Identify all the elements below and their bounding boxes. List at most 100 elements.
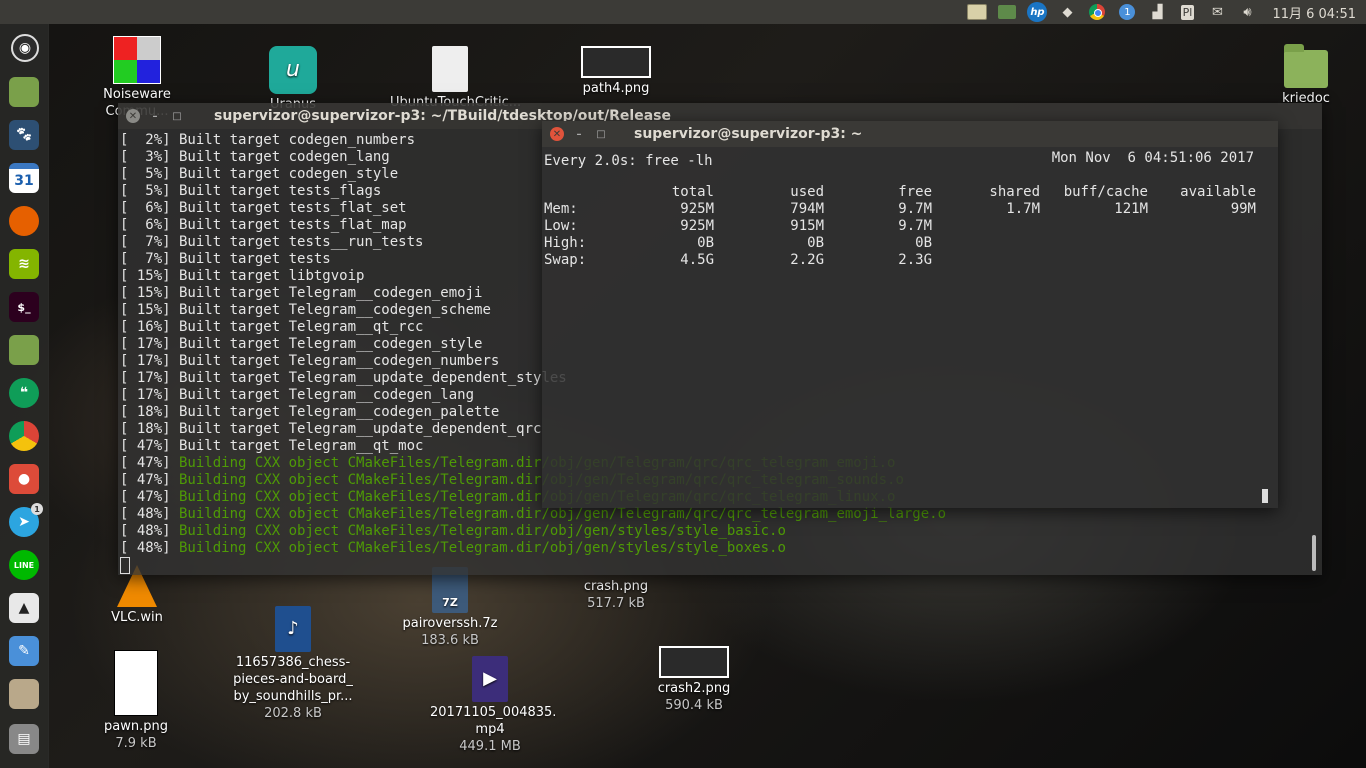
build-progress: [ 16%] — [120, 319, 171, 335]
text-editor-icon[interactable]: ✎ — [9, 636, 39, 666]
build-progress: [ 5%] — [120, 183, 171, 199]
table-row: Swap: 4.5G 2.2G 2.3G — [544, 252, 1256, 269]
scrollbar[interactable] — [1312, 535, 1316, 571]
desktop-icon[interactable]: crash2.png 590.4 kB — [634, 646, 754, 714]
ubuntu-dash-icon[interactable]: ◉ — [11, 34, 39, 62]
desktop-icon[interactable]: ▶ 20171105_004835. mp4 449.1 MB — [430, 656, 557, 755]
build-progress: [ 48%] — [120, 540, 171, 556]
table-cell: 4.5G — [680, 252, 714, 268]
column-header: used — [790, 184, 824, 200]
folder-icon — [1284, 44, 1328, 88]
build-progress: [ 18%] — [120, 421, 171, 437]
clock[interactable]: 11月 6 04:51 — [1272, 3, 1356, 22]
folder-icon[interactable] — [9, 335, 39, 365]
build-progress: [ 6%] — [120, 217, 171, 233]
build-message: Built target tests — [170, 251, 331, 267]
top-panel: hp ◆ 1 ▟ Pl ✉ 🔊︎ 11月 6 04:51 — [0, 0, 1366, 24]
chrome-icon[interactable] — [1087, 3, 1107, 21]
maximize-button[interactable]: □ — [170, 109, 184, 123]
scrollbar[interactable] — [1262, 489, 1268, 503]
table-cell: 0B — [915, 235, 932, 251]
gimp-icon[interactable]: 🐾︎ — [9, 120, 39, 150]
build-message: Built target Telegram__qt_rcc — [170, 319, 424, 335]
build-message: Built target Telegram__codegen_scheme — [170, 302, 491, 318]
memory-table: total used free shared buff/cache available Me… — [544, 184, 1256, 269]
calendar-day: 31 — [14, 173, 34, 189]
build-message: Built target tests__run_tests — [170, 234, 424, 250]
inkscape-icon[interactable]: ▲ — [9, 593, 39, 623]
dropbox-icon[interactable]: ◆ — [1057, 3, 1077, 21]
keyboard-icon[interactable]: Pl — [1177, 3, 1197, 21]
screenshot-icon[interactable] — [967, 3, 988, 21]
build-progress: [ 5%] — [120, 166, 171, 182]
noiseware-icon — [113, 36, 161, 84]
desktop-icon-label: 20171105_004835. mp4 — [430, 705, 557, 737]
column-header: free — [898, 184, 932, 200]
chrome-icon[interactable] — [9, 421, 39, 451]
terminal-line: [ 48%] Building CXX object CMakeFiles/Te… — [120, 523, 946, 540]
build-progress: [ 47%] — [120, 489, 171, 505]
volume-icon[interactable]: 🔊︎ — [1237, 3, 1257, 21]
mail-icon[interactable]: ✉ — [1207, 3, 1227, 21]
build-progress: [ 48%] — [120, 523, 171, 539]
build-message: Built target Telegram__codegen_lang — [170, 387, 475, 403]
close-button[interactable]: ✕ — [550, 127, 564, 141]
notification-count: 1 — [1119, 4, 1136, 20]
desktop-icon-size: 449.1 MB — [459, 739, 521, 754]
line-icon[interactable]: LINE — [9, 550, 39, 580]
desktop-icon[interactable]: kriedoc — [1246, 44, 1366, 107]
minimize-button[interactable]: – — [148, 109, 162, 123]
notification-icon[interactable]: 1 — [1117, 3, 1137, 21]
build-progress: [ 17%] — [120, 370, 171, 386]
build-progress: [ 2%] — [120, 132, 171, 148]
telegram-icon[interactable]: ➤ 1 — [9, 503, 43, 537]
spotify-icon[interactable]: ≋ — [9, 249, 39, 279]
build-progress: [ 15%] — [120, 302, 171, 318]
table-cell: 925M — [680, 218, 714, 234]
desktop-icon[interactable]: UbuntuTouchCritic... — [390, 46, 521, 111]
desktop-icon[interactable]: ♪ 11657386_chess- pieces-and-board_ by_s… — [233, 606, 353, 722]
maps-icon[interactable]: ● — [9, 464, 39, 494]
keyboard-layout-label: Pl — [1180, 4, 1195, 20]
hangouts-icon[interactable]: ❝ — [9, 378, 39, 408]
desktop-icon[interactable]: pawn.png 7.9 kB — [76, 650, 196, 752]
hp-icon[interactable]: hp — [1027, 2, 1048, 22]
minimize-button[interactable]: – — [572, 127, 586, 141]
desktop-icon-label: VLC.win — [111, 610, 163, 625]
desktop-icon-label: pairoverssh.7z — [402, 616, 498, 631]
desktop-icon-label: path4.png — [582, 81, 650, 96]
row-label: Swap: — [544, 252, 587, 268]
calendar-icon[interactable]: 31 — [9, 163, 39, 193]
build-message: Built target tests_flags — [170, 183, 382, 199]
build-progress: [ 48%] — [120, 506, 171, 522]
build-message: Built target Telegram__codegen_emoji — [170, 285, 483, 301]
terminal-icon[interactable]: $_ — [9, 292, 39, 322]
desktop-icon[interactable]: crash.png 517.7 kB — [556, 578, 676, 612]
build-progress: [ 18%] — [120, 404, 171, 420]
table-cell: 2.3G — [898, 252, 932, 268]
build-message: Built target tests_flat_set — [170, 200, 407, 216]
audio-file-icon: ♪ — [275, 606, 311, 652]
firefox-icon[interactable] — [9, 206, 39, 236]
terminal-window-free[interactable]: ✕ – □ supervizor@supervizor-p3: ~ Every … — [542, 121, 1278, 508]
files-icon[interactable] — [9, 77, 39, 107]
table-cell: 2.2G — [790, 252, 824, 268]
desktop-icon[interactable]: path4.png — [556, 46, 676, 97]
table-cell: 0B — [697, 235, 714, 251]
build-progress: [ 17%] — [120, 387, 171, 403]
desktop-icon-label: crash2.png — [657, 681, 731, 696]
build-message: Built target libtgvoip — [170, 268, 365, 284]
network-icon[interactable] — [997, 3, 1017, 21]
signal-icon[interactable]: ▟ — [1147, 3, 1167, 21]
terminal-line: [ 48%] Building CXX object CMakeFiles/Te… — [120, 506, 946, 523]
build-message: Built target codegen_style — [170, 166, 399, 182]
desktop-icon-size: 183.6 kB — [421, 633, 479, 648]
close-button[interactable]: ✕ — [126, 109, 140, 123]
archive-icon[interactable] — [9, 679, 39, 709]
terminal-titlebar[interactable]: ✕ – □ supervizor@supervizor-p3: ~ — [542, 121, 1278, 147]
trash-icon[interactable]: ▤ — [9, 724, 39, 754]
desktop-icon[interactable]: 7Z pairoverssh.7z 183.6 kB — [390, 567, 510, 649]
table-row: Mem: 925M 794M 9.7M 1.7M 121M 99M — [544, 201, 1256, 218]
watch-command: Every 2.0s: free -lh — [544, 153, 713, 169]
maximize-button[interactable]: □ — [594, 127, 608, 141]
